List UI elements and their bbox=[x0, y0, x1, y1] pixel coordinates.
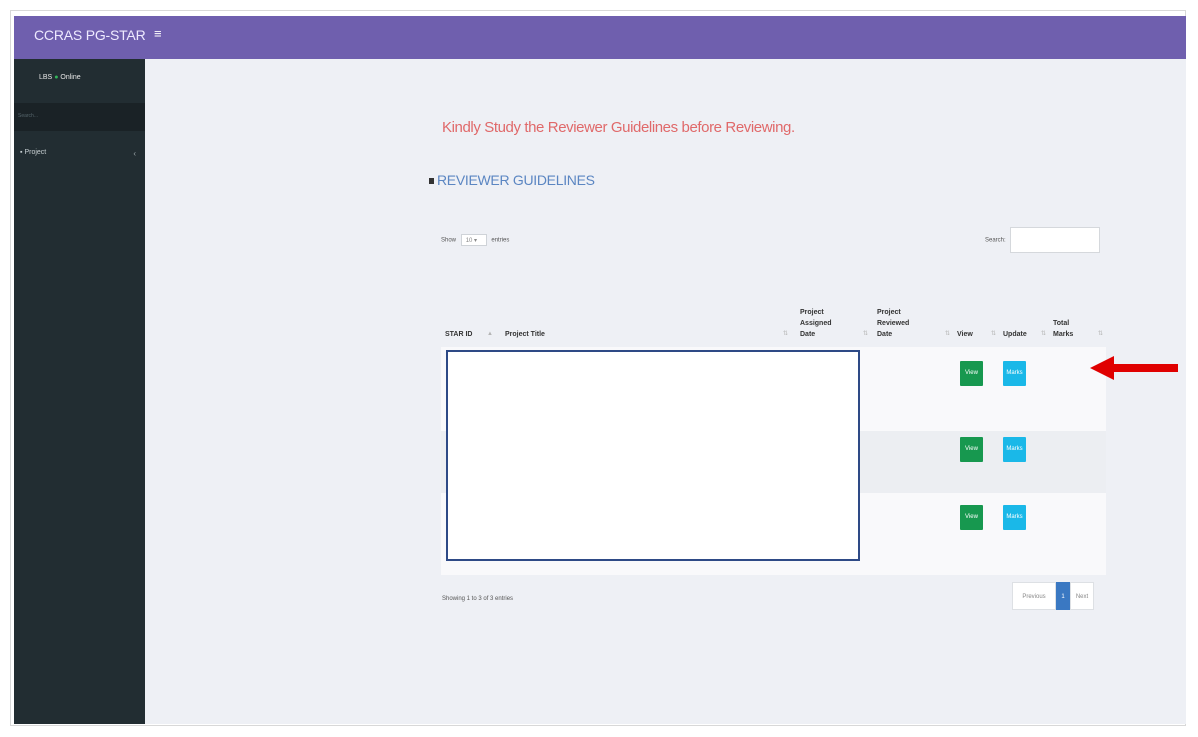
pagination-previous[interactable]: Previous bbox=[1012, 582, 1056, 610]
marks-button[interactable]: Marks bbox=[1003, 505, 1026, 530]
sort-icon: ▲ bbox=[487, 331, 493, 337]
col-assigned-date[interactable]: Project Assigned Date ⇅ bbox=[796, 264, 871, 346]
length-prefix: Show bbox=[441, 237, 457, 244]
app-brand[interactable]: CCRAS PG-STAR bbox=[34, 27, 146, 43]
folder-icon: ▪ bbox=[20, 149, 23, 156]
col-project-title[interactable]: Project Title ⇅ bbox=[501, 264, 791, 346]
user-panel: LBS ● Online bbox=[39, 74, 81, 81]
col-total-marks[interactable]: Total Marks ⇅ bbox=[1049, 264, 1106, 346]
entries-select-value: 10 bbox=[465, 238, 473, 244]
annotation-arrow-icon bbox=[1090, 356, 1178, 380]
view-button[interactable]: View bbox=[960, 361, 983, 386]
search-label: Search: bbox=[985, 237, 1006, 244]
col-view-label: View bbox=[957, 331, 973, 338]
pagination-page-1[interactable]: 1 bbox=[1056, 582, 1070, 610]
sort-icon: ⇅ bbox=[862, 331, 868, 337]
marks-button[interactable]: Marks bbox=[1003, 361, 1026, 386]
col-view[interactable]: View ⇅ bbox=[953, 264, 999, 346]
reviewer-guidelines-link[interactable]: REVIEWER GUIDELINES bbox=[429, 172, 595, 188]
online-dot-icon: ● bbox=[54, 74, 59, 81]
col-assigned-line2: Assigned bbox=[800, 320, 832, 327]
col-assigned-line3: Date bbox=[800, 331, 816, 338]
marks-button[interactable]: Marks bbox=[1003, 437, 1026, 462]
sidebar-search-placeholder: Search... bbox=[18, 113, 39, 119]
table-search: Search: bbox=[985, 227, 1100, 253]
pagination-next[interactable]: Next bbox=[1070, 582, 1094, 610]
sidebar-item-project[interactable]: ▪ Project ‹ bbox=[20, 149, 140, 165]
col-marks-line3: Marks bbox=[1053, 331, 1074, 338]
entries-length-control: Show 10 ▾ entries bbox=[441, 234, 509, 246]
sort-icon: ⇅ bbox=[944, 331, 950, 337]
sort-icon: ⇅ bbox=[782, 331, 788, 337]
col-reviewed-line3: Date bbox=[877, 331, 893, 338]
sort-icon: ⇅ bbox=[1040, 331, 1046, 337]
col-reviewed-line2: Reviewed bbox=[877, 320, 910, 327]
table-info: Showing 1 to 3 of 3 entries bbox=[442, 596, 514, 602]
sidebar: LBS ● Online Search... ▪ Project ‹ bbox=[14, 59, 145, 724]
col-update-label: Update bbox=[1003, 331, 1027, 338]
col-project-title-label: Project Title bbox=[505, 331, 545, 338]
sidebar-search[interactable]: Search... bbox=[14, 103, 145, 131]
hamburger-icon[interactable]: ≡ bbox=[154, 27, 164, 41]
col-star-id-label: STAR ID bbox=[445, 331, 473, 338]
search-input[interactable] bbox=[1009, 227, 1100, 253]
view-button[interactable]: View bbox=[960, 505, 983, 530]
view-button[interactable]: View bbox=[960, 437, 983, 462]
col-star-id[interactable]: STAR ID ▲ bbox=[441, 264, 496, 346]
top-navbar: CCRAS PG-STAR ≡ bbox=[14, 16, 1186, 59]
reviewer-guidelines-label: REVIEWER GUIDELINES bbox=[437, 172, 595, 188]
file-icon bbox=[429, 178, 434, 185]
user-name: LBS bbox=[39, 74, 53, 81]
col-reviewed-date[interactable]: Project Reviewed Date ⇅ bbox=[873, 264, 953, 346]
chevron-left-icon: ‹ bbox=[133, 149, 136, 158]
sort-icon: ⇅ bbox=[990, 331, 996, 337]
entries-select[interactable]: 10 ▾ bbox=[460, 234, 487, 246]
col-reviewed-line1: Project bbox=[877, 309, 901, 316]
user-status: Online bbox=[60, 74, 81, 81]
col-update[interactable]: Update ⇅ bbox=[999, 264, 1049, 346]
sidebar-item-label: Project bbox=[24, 149, 47, 156]
reviewer-notice: Kindly Study the Reviewer Guidelines bef… bbox=[442, 119, 795, 136]
redaction-box bbox=[446, 350, 860, 561]
col-assigned-line1: Project bbox=[800, 309, 824, 316]
col-marks-line2: Total bbox=[1053, 320, 1070, 327]
pagination: Previous 1 Next bbox=[1012, 582, 1094, 610]
sort-icon: ⇅ bbox=[1097, 331, 1103, 337]
length-suffix: entries bbox=[491, 237, 510, 244]
